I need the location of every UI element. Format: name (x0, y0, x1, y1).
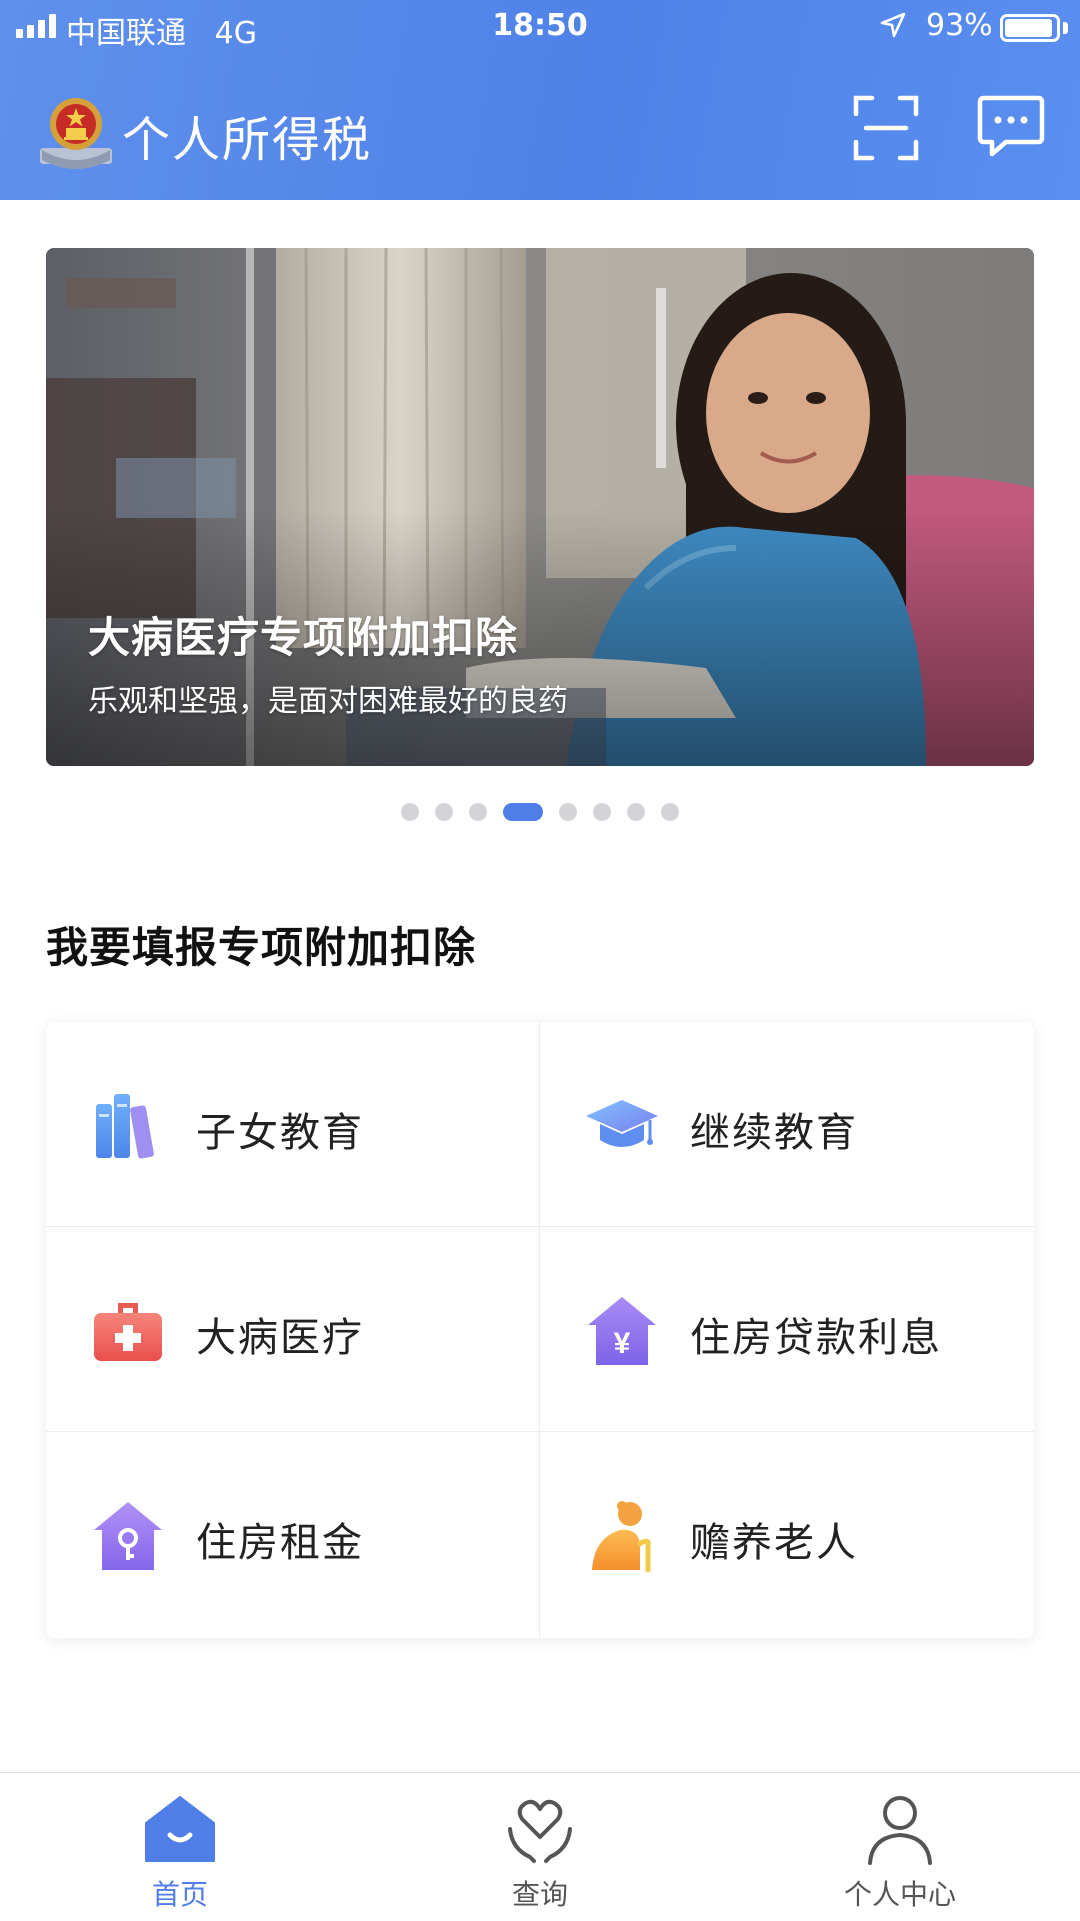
location-arrow-icon (880, 12, 906, 38)
header: 中国联通 4G 18:50 93% 个人所得税 (0, 0, 1080, 200)
status-time: 18:50 (492, 8, 588, 43)
deduction-housing-loan-interest[interactable]: ¥ 住房贷款利息 (540, 1227, 1034, 1432)
app-title: 个人所得税 (122, 112, 373, 168)
deduction-continuing-education[interactable]: 继续教育 (540, 1022, 1034, 1227)
pager-dot[interactable] (435, 803, 453, 821)
deduction-serious-illness[interactable]: 大病医疗 (46, 1227, 540, 1432)
tab-label: 个人中心 (843, 1878, 956, 1911)
tab-personal-center[interactable]: 个人中心 (720, 1773, 1080, 1921)
deduction-label: 赡养老人 (690, 1520, 858, 1566)
heart-hands-icon (508, 1799, 572, 1863)
battery-icon (1000, 14, 1060, 42)
books-icon (96, 1094, 154, 1159)
banner-subtitle: 乐观和坚强，是面对困难最好的良药 (88, 684, 568, 719)
person-icon (868, 1796, 932, 1865)
home-icon (145, 1796, 215, 1862)
deduction-label: 子女教育 (196, 1110, 364, 1156)
deduction-grid: 子女教育 继续教育 大病医疗 ¥ 住房贷款利息 住房租金 赡养老人 (46, 1022, 1034, 1638)
carousel-pager (0, 803, 1080, 821)
tab-query[interactable]: 查询 (360, 1773, 720, 1921)
status-bar: 中国联通 4G 18:50 93% (0, 0, 1080, 54)
pager-dot[interactable] (627, 803, 645, 821)
tab-label: 查询 (511, 1878, 568, 1911)
elderly-person-icon (592, 1501, 651, 1573)
deduction-children-education[interactable]: 子女教育 (46, 1022, 540, 1227)
section-title: 我要填报专项附加扣除 (46, 923, 477, 972)
deduction-elderly-support[interactable]: 赡养老人 (540, 1432, 1034, 1638)
deduction-label: 住房贷款利息 (690, 1315, 942, 1361)
battery-level (1005, 19, 1052, 37)
banner-carousel[interactable]: 大病医疗专项附加扣除 乐观和坚强，是面对困难最好的良药 (46, 248, 1034, 766)
pager-dot-active[interactable] (503, 803, 543, 821)
pager-dot[interactable] (593, 803, 611, 821)
deduction-label: 继续教育 (690, 1110, 858, 1156)
banner-title: 大病医疗专项附加扣除 (88, 613, 519, 662)
battery-percent: 93% (926, 8, 993, 43)
bottom-tab-bar: 首页 查询 个人中心 (0, 1772, 1080, 1920)
pager-dot[interactable] (469, 803, 487, 821)
house-key-icon (94, 1502, 162, 1570)
battery-cap (1063, 22, 1068, 34)
pager-dot[interactable] (661, 803, 679, 821)
deduction-housing-rent[interactable]: 住房租金 (46, 1432, 540, 1638)
tab-home[interactable]: 首页 (0, 1773, 360, 1921)
deduction-label: 大病医疗 (196, 1315, 364, 1361)
deduction-label: 住房租金 (196, 1520, 364, 1566)
graduation-cap-icon (586, 1100, 658, 1147)
tab-label: 首页 (151, 1878, 208, 1911)
scan-icon[interactable] (852, 94, 920, 162)
message-bubble-icon[interactable] (976, 94, 1046, 160)
national-emblem-icon (40, 98, 112, 169)
house-yuan-icon: ¥ (588, 1297, 656, 1365)
pager-dot[interactable] (559, 803, 577, 821)
svg-text:¥: ¥ (614, 1327, 631, 1360)
pager-dot[interactable] (401, 803, 419, 821)
medical-kit-icon (94, 1303, 162, 1361)
app-bar: 个人所得税 (0, 70, 1080, 190)
